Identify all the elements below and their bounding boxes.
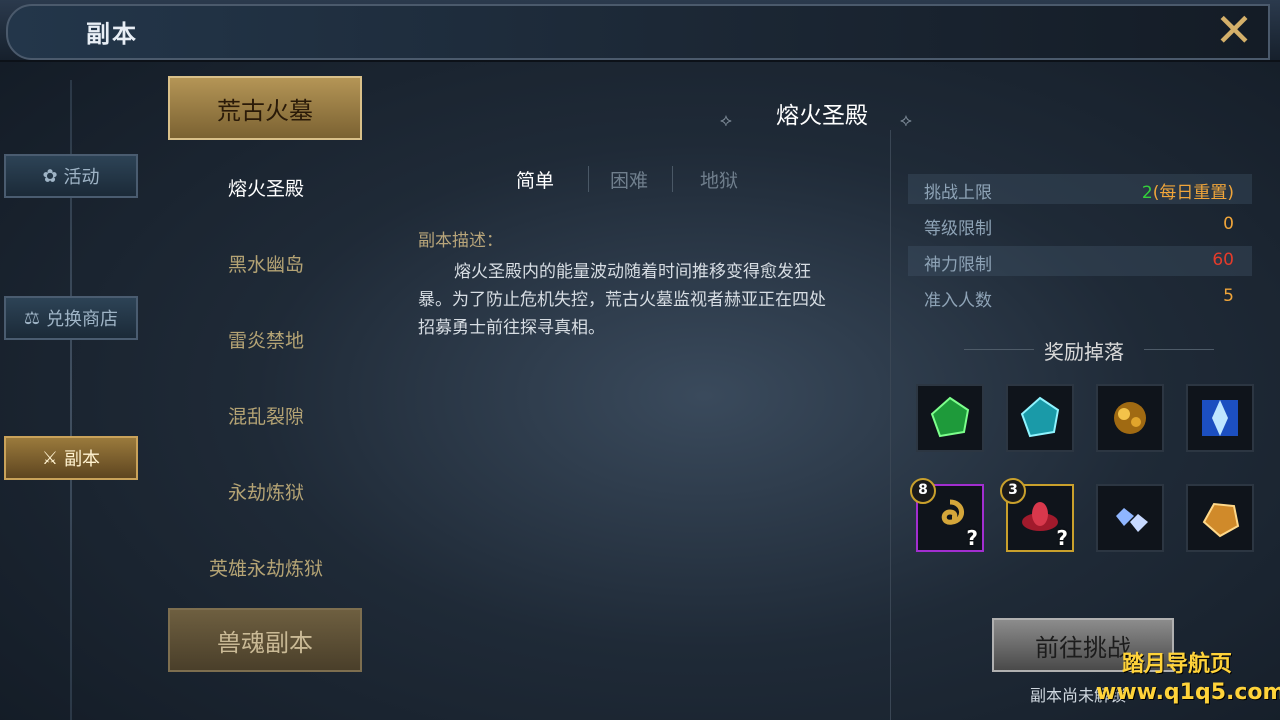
mystery-mark: ? [966,526,978,550]
dungeon-item[interactable]: 英雄永劫炼狱 [168,554,364,581]
green-gem-icon [930,396,970,438]
left-ornament-icon: ⟡ [720,110,732,131]
dungeon-item[interactable]: 雷炎禁地 [168,326,364,353]
dungeon-list: 荒古火墓 熔火圣殿 黑水幽岛 雷炎禁地 混乱裂隙 永劫炼狱 英雄永劫炼狱 兽魂副… [168,76,364,720]
panel-divider [890,130,891,720]
tab-easy[interactable]: 简单 [516,166,554,193]
flower-icon: ✿ [42,165,58,187]
reward-slot[interactable] [1186,384,1254,452]
stat-label: 挑战上限 [924,183,992,203]
dungeon-item[interactable]: 黑水幽岛 [168,250,364,277]
reward-slot[interactable]: 8 ? [910,478,984,552]
stat-challenge-limit: 挑战上限 2(每日重置) [908,174,1252,204]
reward-slot[interactable]: 3 ? [1000,478,1074,552]
gold-ore-icon [1114,402,1146,434]
divider [672,166,673,192]
stat-level-limit: 等级限制 0 [908,210,1252,240]
dungeon-title: 熔火圣殿 [776,103,868,129]
reward-slot[interactable] [1006,384,1074,452]
reward-slot[interactable] [1096,484,1164,552]
watermark-url: www.q1q5.com [1096,680,1280,705]
dungeon-item-active[interactable]: 熔火圣殿 [168,174,364,201]
divider [964,349,1034,350]
amber-stone-icon [1202,502,1240,538]
reset-note: (每日重置) [1152,183,1234,203]
stat-label: 神力限制 [924,255,992,275]
tab-activity[interactable]: ✿ 活动 [4,154,138,198]
title-plate [6,4,1270,60]
stat-value: 60 [1212,250,1234,270]
tab-hell[interactable]: 地狱 [700,166,738,193]
title-bar: 副本 ✕ [0,0,1280,62]
crossed-swords-icon: ⚔ [41,447,59,469]
watermark-title: 踏月导航页 [1122,652,1233,677]
dungeon-item[interactable]: 混乱裂隙 [168,402,364,429]
scale-icon: ⚖ [23,307,41,329]
mystery-mark: ? [1056,526,1068,550]
stat-power-limit: 神力限制 60 [908,246,1252,276]
stat-label: 准入人数 [924,291,992,311]
category-button-active[interactable]: 荒古火墓 [168,76,362,140]
close-icon[interactable]: ✕ [1212,7,1256,54]
description-text: 熔火圣殿内的能量波动随着时间推移变得愈发狂暴。为了防止危机失控，荒古火墓监视者赫… [418,262,826,338]
tab-exchange-shop[interactable]: ⚖ 兑换商店 [4,296,138,340]
cyan-gem-icon [1020,396,1060,438]
dungeon-item[interactable]: 永劫炼狱 [168,478,364,505]
description-label: 副本描述： [418,231,503,251]
page-title: 副本 [86,20,138,48]
stat-value: 5 [1223,286,1234,306]
side-tab-rail: ✿ 活动 ⚖ 兑换商店 ⚔ 副本 [0,80,140,720]
tab-dungeon[interactable]: ⚔ 副本 [4,436,138,480]
divider [588,166,589,192]
tab-exchange-shop-label: 兑换商店 [46,309,119,330]
stat-value: 2(每日重置) [1142,178,1234,203]
tab-activity-label: 活动 [63,167,100,188]
category-button[interactable]: 兽魂副本 [168,608,362,672]
stat-value: 0 [1223,214,1234,234]
stat-label: 等级限制 [924,219,992,239]
challenge-count: 2 [1141,183,1153,203]
divider [1144,349,1214,350]
reward-slot[interactable] [1096,384,1164,452]
right-ornament-icon: ⟡ [900,110,912,131]
tab-dungeon-label: 副本 [64,449,101,470]
tab-hard[interactable]: 困难 [610,166,648,193]
reward-slot[interactable] [1186,484,1254,552]
reward-slot[interactable] [916,384,984,452]
diamond-icon [1116,508,1148,532]
stat-party-size: 准入人数 5 [908,282,1252,312]
reward-title: 奖励掉落 [1044,340,1124,364]
ice-crystal-icon [1202,400,1238,436]
